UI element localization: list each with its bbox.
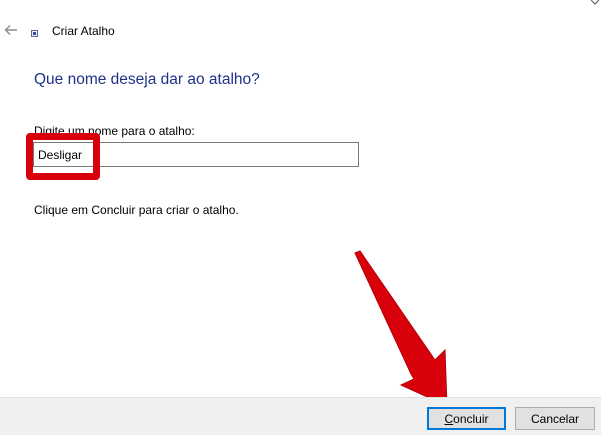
finish-hint-text: Clique em Concluir para criar o atalho. bbox=[34, 203, 239, 217]
shortcut-name-label: Digite um nome para o atalho: bbox=[34, 124, 195, 138]
finish-accelerator: C bbox=[444, 411, 454, 426]
shortcut-icon bbox=[31, 30, 38, 37]
finish-button[interactable]: Concluir bbox=[427, 407, 506, 430]
shortcut-name-input[interactable] bbox=[33, 142, 359, 167]
wizard-footer bbox=[0, 397, 601, 435]
cancel-button[interactable]: Cancelar bbox=[515, 407, 595, 430]
page-heading: Que nome deseja dar ao atalho? bbox=[34, 71, 260, 88]
finish-label-rest: oncluir bbox=[453, 411, 489, 426]
create-shortcut-wizard: Criar Atalho Que nome deseja dar ao atal… bbox=[0, 0, 601, 435]
window-corner-mark bbox=[590, 0, 600, 5]
window-title: Criar Atalho bbox=[52, 24, 115, 38]
back-arrow-icon[interactable] bbox=[3, 22, 19, 38]
annotation-arrow bbox=[354, 250, 448, 407]
